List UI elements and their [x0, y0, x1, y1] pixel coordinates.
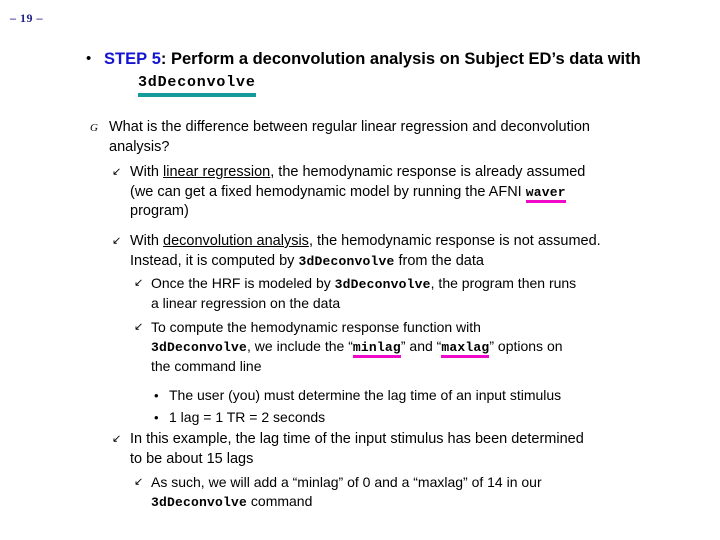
chrf-option-minlag: minlag	[352, 340, 401, 358]
lr-command-waver: waver	[525, 184, 566, 203]
chrf-command-3ddeconvolve: 3dDeconvolve	[151, 340, 248, 355]
title-bullet-icon: •	[86, 50, 92, 67]
outline-item-example-lag: ↙ In this example, the lag time of the i…	[112, 430, 692, 469]
lag-equals-text: 1 lag = 1 TR = 2 seconds	[169, 409, 326, 425]
outline-item-deconvolution-analysis: ↙ With deconvolution analysis, the hemod…	[112, 232, 692, 271]
chrf-option-maxlag: maxlag	[441, 340, 490, 358]
slide-title-block: • STEP 5: Perform a deconvolution analys…	[86, 48, 706, 97]
linear-regression-text: With linear regression, the hemodynamic …	[130, 163, 692, 222]
level3-bullet-icon: ↙	[112, 166, 122, 178]
outline-item-user-lag-time: • The user (you) must determine the lag …	[154, 386, 694, 405]
title-command-line: 3dDeconvolve	[138, 73, 706, 97]
question-text: What is the difference between regular l…	[109, 118, 690, 157]
da-pre: With	[130, 233, 164, 249]
da-underlined-term: deconvolution analysis	[163, 233, 309, 249]
as-such-text: As such, we will add a “minlag” of 0 and…	[151, 473, 694, 512]
as-command-3ddeconvolve: 3dDeconvolve	[151, 495, 248, 510]
ex-line2: to be about 15 lags	[130, 450, 254, 467]
title-command-3ddeconvolve: 3dDeconvolve	[138, 73, 256, 97]
outline-item-hrf-modeled: ↙ Once the HRF is modeled by 3dDeconvolv…	[134, 274, 694, 313]
question-line-1: What is the difference between regular l…	[109, 119, 590, 135]
level4-bullet-icon-2: ↙	[134, 321, 144, 333]
hrf-line2: a linear regression on the data	[151, 295, 341, 311]
level5-bullet-icon: •	[154, 388, 159, 403]
example-lag-text: In this example, the lag time of the inp…	[130, 430, 692, 469]
hrf-modeled-text: Once the HRF is modeled by 3dDeconvolve,…	[151, 274, 694, 313]
hrf-command-3ddeconvolve: 3dDeconvolve	[334, 277, 431, 292]
chrf-line1: To compute the hemodynamic response func…	[151, 319, 481, 335]
da-line2-pre: Instead, it is computed by	[130, 252, 299, 269]
da-line2-post: from the data	[394, 252, 484, 269]
hrf-post: , the program then runs	[430, 275, 577, 291]
title-step-number: 5	[151, 50, 161, 68]
slide-canvas: – 19 – • STEP 5: Perform a deconvolution…	[0, 0, 720, 540]
lr-post: , the hemodynamic response is already as…	[270, 164, 586, 180]
page-title: STEP 5: Perform a deconvolution analysis…	[104, 48, 706, 70]
level3-bullet-icon-3: ↙	[112, 433, 122, 445]
ex-line1: In this example, the lag time of the inp…	[130, 431, 584, 447]
hrf-pre: Once the HRF is modeled by	[151, 275, 335, 291]
da-command-3ddeconvolve: 3dDeconvolve	[298, 253, 395, 269]
chrf-post: ” options on	[489, 338, 563, 354]
as-line1: As such, we will add a “minlag” of 0 and…	[151, 474, 542, 490]
as-line2-post: command	[247, 493, 313, 509]
lr-underlined-term: linear regression	[163, 164, 271, 180]
outline-item-question: G What is the difference between regular…	[90, 118, 690, 157]
lr-line3: program)	[130, 203, 189, 219]
level3-bullet-icon-2: ↙	[112, 235, 122, 247]
title-remainder: : Perform a deconvolution analysis on Su…	[160, 50, 641, 68]
chrf-line3: the command line	[151, 358, 262, 374]
user-lag-time-text: The user (you) must determine the lag ti…	[169, 387, 562, 403]
level4-bullet-icon: ↙	[134, 277, 144, 289]
outline-item-lag-equals: • 1 lag = 1 TR = 2 seconds	[154, 408, 694, 427]
level4-bullet-icon-3: ↙	[134, 476, 144, 488]
compute-hrf-text: To compute the hemodynamic response func…	[151, 318, 694, 376]
da-post: , the hemodynamic response is not assume…	[308, 233, 601, 249]
lr-line2-pre: (we can get a fixed hemodynamic model by…	[130, 183, 526, 200]
level5-bullet-icon-2: •	[154, 410, 159, 425]
outline-item-linear-regression: ↙ With linear regression, the hemodynami…	[112, 163, 692, 222]
lr-pre: With	[130, 164, 164, 180]
chrf-mid2: ” and “	[400, 338, 442, 354]
deconvolution-analysis-text: With deconvolution analysis, the hemodyn…	[130, 232, 692, 271]
question-line-2: analysis?	[109, 138, 170, 155]
outline-item-as-such: ↙ As such, we will add a “minlag” of 0 a…	[134, 473, 694, 512]
chrf-mid: , we include the “	[247, 338, 353, 354]
level2-bullet-icon: G	[90, 122, 98, 134]
page-number: – 19 –	[10, 11, 43, 25]
title-step-label: STEP	[104, 50, 148, 68]
outline-item-compute-hrf: ↙ To compute the hemodynamic response fu…	[134, 318, 694, 376]
